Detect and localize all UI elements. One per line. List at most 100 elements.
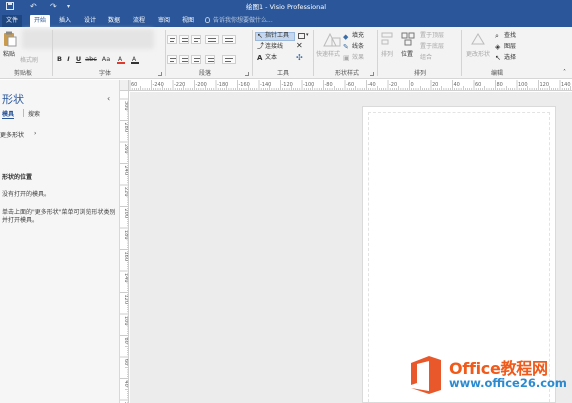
connector-icon: ⤴ bbox=[257, 42, 264, 50]
layers-button[interactable]: 图层 bbox=[504, 43, 516, 51]
collapse-ribbon-icon[interactable]: ˄ bbox=[563, 69, 566, 76]
ruler-label: 140 bbox=[561, 82, 571, 88]
change-shape-button[interactable]: 更改形状 bbox=[466, 51, 490, 59]
layers-icon: ◈ bbox=[495, 43, 501, 51]
ruler-label: 100 bbox=[518, 82, 528, 88]
ruler-label: -20 bbox=[389, 82, 397, 88]
tab-view[interactable]: 视图 bbox=[178, 15, 198, 27]
bullets-icon[interactable] bbox=[205, 35, 219, 44]
chevron-right-icon: › bbox=[34, 130, 37, 137]
align-button[interactable]: 排列 bbox=[381, 51, 393, 59]
group-divider bbox=[252, 30, 253, 76]
ribbon: 粘贴 格式刷 剪贴板 B I U abc Aa A A 字体 段落 ↖ 指针工具… bbox=[0, 27, 572, 79]
text-highlight-icon[interactable]: A bbox=[131, 55, 141, 66]
ruler-label: 180 bbox=[123, 230, 129, 240]
ruler-label: 240 bbox=[123, 166, 129, 176]
ruler-label: -80 bbox=[325, 82, 333, 88]
effects-icon: ▣ bbox=[343, 54, 350, 62]
quick-styles-button[interactable]: 快速样式 bbox=[316, 51, 340, 59]
tab-home[interactable]: 开始 bbox=[30, 15, 51, 27]
position-icon[interactable] bbox=[401, 32, 415, 48]
align-top-left-icon[interactable] bbox=[167, 35, 177, 44]
ruler-label: 100 bbox=[123, 316, 129, 326]
line-icon: ✎ bbox=[343, 43, 349, 51]
group-label-shape-styles: 形状样式 bbox=[334, 70, 359, 77]
align-icon[interactable] bbox=[381, 32, 393, 48]
ruler-label: -100 bbox=[303, 82, 314, 88]
tab-review[interactable]: 审阅 bbox=[154, 15, 174, 27]
font-color-icon[interactable]: A bbox=[117, 55, 127, 66]
pointer-tool-button[interactable]: 指针工具 bbox=[265, 32, 289, 40]
change-shape-icon[interactable] bbox=[470, 32, 486, 48]
ruler-label: 20 bbox=[432, 82, 438, 88]
ruler-label: -120 bbox=[282, 82, 293, 88]
send-to-back-button[interactable]: 置于底层 bbox=[420, 43, 444, 51]
tell-me-box[interactable]: 告诉我你想要做什么... bbox=[205, 15, 273, 27]
align-top-center-icon[interactable] bbox=[179, 35, 189, 44]
align-center-icon[interactable] bbox=[179, 55, 189, 64]
find-button[interactable]: 查找 bbox=[504, 32, 516, 40]
fill-button[interactable]: 填充 bbox=[352, 32, 364, 40]
more-shapes-label: 更多形状 bbox=[0, 132, 25, 139]
ruler-label: -60 bbox=[346, 82, 354, 88]
tab-process[interactable]: 流程 bbox=[129, 15, 149, 27]
effects-button[interactable]: 效果 bbox=[352, 54, 364, 62]
group-divider bbox=[461, 30, 462, 76]
ruler-corner bbox=[120, 80, 129, 91]
ruler-label: 60 bbox=[131, 82, 137, 88]
position-button[interactable]: 位置 bbox=[401, 51, 413, 59]
tab-stencils[interactable]: 模具 bbox=[2, 109, 15, 119]
font-size-button[interactable]: Aa bbox=[99, 55, 113, 63]
bring-to-front-button[interactable]: 置于顶层 bbox=[420, 32, 444, 40]
ruler-label: -160 bbox=[239, 82, 250, 88]
tab-insert[interactable]: 插入 bbox=[55, 15, 75, 27]
chevron-left-icon[interactable]: ‹ bbox=[107, 94, 110, 103]
indent-icon[interactable] bbox=[222, 35, 236, 44]
title-bar: ↶ ↷ ▾ 绘图1 - Visio Professional bbox=[0, 0, 572, 14]
strikethrough-button[interactable]: abc bbox=[84, 55, 98, 63]
more-shapes-button[interactable]: 更多形状 › bbox=[0, 130, 36, 139]
tab-design[interactable]: 设计 bbox=[80, 15, 100, 27]
align-right-icon[interactable] bbox=[191, 55, 201, 64]
shapes-pane: 形状 ‹ 模具 搜索 更多形状 › 形状的位置 没有打开的模具。 单击上面的"更… bbox=[0, 80, 120, 403]
text-tool-button[interactable]: 文本 bbox=[265, 54, 277, 62]
rectangle-tool-icon[interactable] bbox=[298, 33, 305, 39]
group-divider bbox=[377, 30, 378, 76]
tab-data[interactable]: 数据 bbox=[104, 15, 124, 27]
ruler-label: 120 bbox=[123, 295, 129, 305]
ruler-label: -40 bbox=[368, 82, 376, 88]
quick-styles-icon[interactable] bbox=[322, 32, 342, 50]
ruler-label: -220 bbox=[174, 82, 185, 88]
shape-dropdown-icon[interactable]: ▾ bbox=[306, 32, 309, 38]
ruler-label: -140 bbox=[260, 82, 271, 88]
window-title: 绘图1 - Visio Professional bbox=[245, 3, 327, 11]
tab-file[interactable]: 文件 bbox=[2, 15, 23, 27]
line-button[interactable]: 线条 bbox=[352, 43, 364, 51]
bold-button[interactable]: B bbox=[55, 55, 64, 63]
align-top-right-icon[interactable] bbox=[191, 35, 201, 44]
ruler-label: 80 bbox=[497, 82, 503, 88]
select-button[interactable]: 选择 bbox=[504, 54, 516, 62]
close-icon[interactable]: ✕ bbox=[296, 42, 303, 50]
tab-search[interactable]: 搜索 bbox=[28, 109, 40, 118]
shape-styles-dialog-launcher[interactable] bbox=[370, 72, 374, 76]
group-label-clipboard: 剪贴板 bbox=[13, 70, 32, 77]
group-divider bbox=[313, 30, 314, 76]
format-painter-button[interactable]: 格式刷 bbox=[20, 57, 38, 65]
shapes-pane-title: 形状 bbox=[2, 93, 24, 106]
paste-button[interactable]: 粘贴 bbox=[3, 51, 15, 59]
group-label-editing: 编辑 bbox=[490, 70, 503, 77]
italic-button[interactable]: I bbox=[64, 55, 73, 63]
justify-icon[interactable] bbox=[205, 55, 215, 64]
font-dialog-launcher[interactable] bbox=[158, 72, 162, 76]
paragraph-dialog-launcher[interactable] bbox=[245, 72, 249, 76]
connector-button[interactable]: 连接线 bbox=[265, 43, 283, 51]
text-direction-icon[interactable] bbox=[222, 55, 236, 64]
connection-point-icon[interactable]: ✣ bbox=[296, 54, 303, 62]
group-divider bbox=[165, 30, 166, 76]
align-left-icon[interactable] bbox=[167, 55, 177, 64]
group-button[interactable]: 组合 bbox=[420, 54, 432, 62]
text-tool-icon: A bbox=[257, 54, 263, 62]
paste-icon[interactable] bbox=[3, 31, 17, 49]
underline-button[interactable]: U bbox=[74, 55, 83, 63]
